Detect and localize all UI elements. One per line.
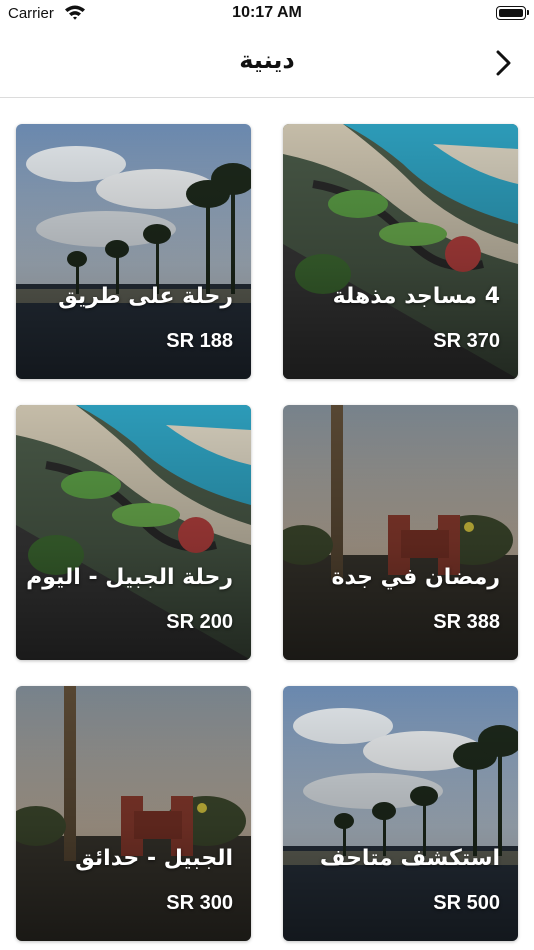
tour-price: SR 370	[433, 330, 500, 352]
tour-price: SR 200	[166, 611, 233, 633]
tour-price: SR 388	[433, 611, 500, 633]
tour-price: SR 188	[166, 330, 233, 352]
navigation-bar: دينية	[0, 28, 534, 98]
tour-title: استكشف متاحف	[319, 846, 500, 871]
tour-title: رحلة الجبيل - اليوم	[26, 565, 233, 590]
tour-card[interactable]: استكشف متاحف SR 500	[283, 686, 518, 941]
tour-card[interactable]: 4 مساجد مذهلة SR 370	[283, 124, 518, 379]
tour-title: الجبيل - حدائق	[75, 846, 233, 871]
tour-card[interactable]: رحلة على طريق SR 188	[16, 124, 251, 379]
tour-card[interactable]: رحلة الجبيل - اليوم SR 200	[16, 405, 251, 660]
tour-title: 4 مساجد مذهلة	[332, 284, 500, 309]
tour-title: رحلة على طريق	[58, 284, 233, 309]
tour-price: SR 500	[433, 892, 500, 914]
tour-price: SR 300	[166, 892, 233, 914]
page-title: دينية	[239, 46, 295, 74]
tour-card[interactable]: الجبيل - حدائق SR 300	[16, 686, 251, 941]
battery-icon	[496, 6, 529, 20]
chevron-right-icon[interactable]	[492, 48, 516, 78]
tour-card[interactable]: رمضان في جدة SR 388	[283, 405, 518, 660]
tour-title: رمضان في جدة	[331, 565, 500, 590]
status-bar: Carrier 10:17 AM	[0, 0, 534, 28]
status-time: 10:17 AM	[232, 4, 302, 21]
